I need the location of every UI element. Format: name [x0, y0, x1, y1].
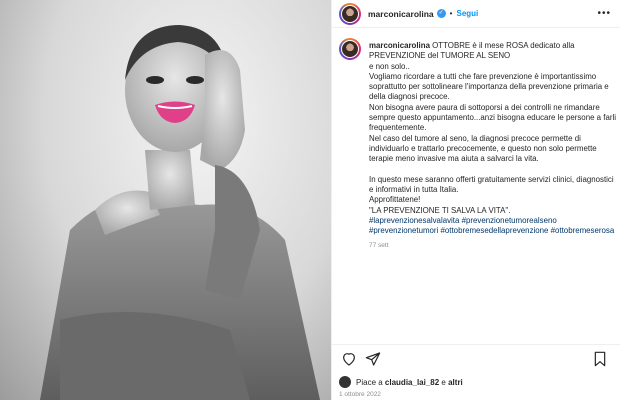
post-actions-bar — [332, 344, 620, 372]
caption-line: Non bisogna avere paura di sottoporsi a … — [369, 102, 616, 133]
hashtag-list: #laprevenzionesalvalavita #prevenzionetu… — [369, 216, 617, 237]
hashtag-link[interactable]: #prevenzionetumori — [369, 226, 438, 235]
caption-line: Nel caso del tumore al seno, la diagnosi… — [369, 133, 597, 164]
follow-button[interactable]: Segui — [456, 9, 478, 18]
hashtag-link[interactable]: #prevenzionetumorealseno — [462, 216, 557, 225]
caption-line: In questo mese saranno offerti gratuitam… — [369, 174, 614, 195]
caption-text: marconicarolina OTTOBRE è il mese ROSA d… — [369, 41, 617, 251]
likes-others-link[interactable]: altri — [448, 378, 463, 387]
likes-summary: Piace a claudia_lai_82 e altri — [339, 376, 463, 388]
caption-line: Approfittatene! — [369, 195, 421, 205]
bookmark-icon[interactable] — [589, 348, 611, 370]
caption-line: "LA PREVENZIONE TI SALVA LA VITA". — [369, 205, 511, 215]
paper-plane-icon[interactable] — [362, 348, 384, 370]
caption-line: e non solo.. — [369, 61, 410, 71]
author-avatar[interactable] — [339, 2, 361, 25]
likes-middle: e — [441, 377, 446, 387]
header-separator: • — [449, 9, 453, 18]
hashtag-link[interactable]: #ottobremeserosa — [551, 226, 615, 235]
post-age: 77 sett — [369, 241, 389, 249]
more-options-icon[interactable]: ••• — [597, 8, 611, 19]
liker-username[interactable]: claudia_lai_82 — [385, 378, 439, 387]
post-details-pane: marconicarolina ✓ • Segui ••• marconicar… — [331, 0, 620, 400]
caption-username[interactable]: marconicarolina — [369, 41, 430, 50]
verified-badge-icon: ✓ — [436, 9, 446, 18]
caption-line: Vogliamo ricordare a tutti che fare prev… — [369, 71, 609, 102]
heart-icon[interactable] — [338, 348, 360, 370]
likes-prefix: Piace a — [356, 377, 383, 387]
post-date: 1 ottobre 2022 — [339, 391, 381, 398]
post-photo[interactable] — [0, 0, 331, 400]
portrait-illustration — [40, 25, 320, 400]
author-username[interactable]: marconicarolina — [368, 9, 434, 19]
liker-avatar[interactable] — [339, 376, 351, 388]
hashtag-link[interactable]: #laprevenzionesalvalavita — [369, 216, 459, 225]
caption-author-avatar[interactable] — [339, 38, 361, 60]
post-header: marconicarolina ✓ • Segui ••• — [332, 0, 620, 28]
hashtag-link[interactable]: #ottobremesedellaprevenzione — [441, 226, 549, 235]
